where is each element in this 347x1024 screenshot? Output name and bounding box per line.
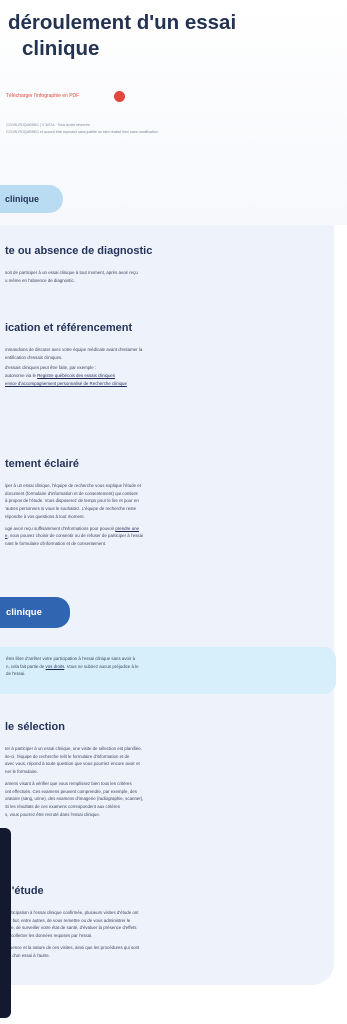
text-line: équence et la nature de ces visites, ain…: [5, 944, 140, 950]
text-line: ervice d'accompagnement personnalisé de …: [5, 380, 323, 388]
download-pdf-link[interactable]: Télécharger l'infographie en PDF: [6, 93, 79, 99]
step-text-visites: participation à l'essai clinique confirm…: [5, 909, 323, 959]
text-fragment: , vous pouvez choisir de consentir ou de…: [7, 533, 144, 539]
timeline-edge-bar: [0, 828, 11, 1018]
text-line: ner le formulaire.: [5, 769, 38, 775]
text-line: de l'essai.: [6, 671, 26, 677]
text-line: mmandions de discuter avec votre équipe …: [5, 347, 143, 352]
step-heading-consentement: tement éclairé: [5, 458, 79, 470]
text-line: ter à participer à un essai clinique, un…: [5, 746, 142, 751]
step-text-referencement: mmandions de discuter avec votre équipe …: [5, 346, 323, 388]
meta-line: CCDIS-ROQUEBEC | V 3/07A · Tous droits r…: [6, 123, 90, 127]
text-line: iper à un essai clinique, l'équipe de re…: [5, 483, 141, 488]
text-line: ent d'un essai à l'autre.: [5, 952, 50, 958]
text-fragment: ugé avoir reçu suffisamment d'informatio…: [5, 525, 116, 531]
step-heading-diagnostic: te ou absence de diagnostic: [5, 245, 153, 257]
text-line: ugé avoir reçu suffisamment d'informatio…: [5, 525, 323, 533]
page-title-line2: clinique: [22, 37, 100, 60]
step-text-selection: ter à participer à un essai clinique, un…: [5, 745, 323, 818]
step-heading-selection: le sélection: [5, 721, 65, 733]
text-line: oratoire (sang, urine), des examens d'im…: [5, 796, 144, 802]
decision-link[interactable]: prendre une: [115, 526, 139, 531]
download-icon[interactable]: [114, 91, 125, 102]
meta-line: CCDIS-ROQUEBEC et accord être reproduit …: [6, 130, 158, 134]
page-title-line1: déroulement d'un essai: [8, 11, 237, 34]
text-line: e, vous pouvez choisir de consentir ou d…: [5, 532, 323, 540]
rights-notice-text: êtes libre d'arrêter votre participation…: [6, 655, 326, 678]
rights-notice: êtes libre d'arrêter votre participation…: [0, 647, 336, 694]
text-line: à propos de l'étude. Vous disposerez de …: [5, 498, 139, 504]
phase-pill-clinique-active: clinique: [0, 597, 70, 628]
text-line: entification d'essais cliniques.: [5, 354, 63, 360]
text-line: u même en l'absence de diagnostic.: [5, 277, 75, 283]
registre-link[interactable]: Registre québécois des essais cliniques: [37, 373, 115, 378]
text-fragment: . Vous ne subirez aucun préjudice à le: [64, 663, 139, 669]
text-fragment: n, cela fait partie de: [6, 663, 46, 669]
text-line: 'autres personnes si vous le souhaitez. …: [5, 506, 137, 512]
text-line: autonome via le Registre québécois des e…: [5, 372, 323, 380]
text-line: n, cela fait partie de vos droits. Vous …: [6, 663, 326, 671]
step-text-consentement: iper à un essai clinique, l'équipe de re…: [5, 482, 323, 548]
vos-droits-link[interactable]: vos droits: [46, 664, 65, 669]
text-line: tude, de surveiller votre état de santé,…: [5, 925, 137, 931]
text-line: nant le formulaire d'information et de c…: [5, 540, 107, 546]
text-line: répondre à vos questions à tout moment.: [5, 513, 85, 519]
text-line: êtes libre d'arrêter votre participation…: [6, 656, 136, 661]
phase-pill-clinique: clinique: [0, 185, 63, 213]
text-line: ite-ci, l'équipe de recherche relit le f…: [5, 753, 130, 759]
text-line: de collecter les données requises par l'…: [5, 933, 93, 939]
text-line: ont effectués. Ces examens peuvent compr…: [5, 788, 137, 794]
page-title: déroulement d'un essai clinique: [8, 10, 343, 62]
text-fragment: autonome via le: [5, 373, 38, 379]
text-line: Si les résultats de ces examens correspo…: [5, 803, 120, 809]
text-line: amens visant à vérifier que vous remplis…: [5, 780, 132, 786]
text-line: participation à l'essai clinique confirm…: [5, 910, 139, 915]
step-heading-referencement: ication et référencement: [5, 322, 133, 334]
step-text-diagnostic: soit de participer à un essai clinique à…: [5, 269, 323, 284]
text-line: document (formulaire d'information et de…: [5, 490, 138, 496]
text-line: d'essais cliniques peut être faite, par …: [5, 365, 97, 371]
text-line: avec vous, répond à toute question que v…: [5, 761, 140, 767]
text-line: our but, entre autres, de vous remettre …: [5, 917, 131, 923]
text-line: soit de participer à un essai clinique à…: [5, 270, 138, 275]
text-line: s, vous pourrez être recruté dans l'essa…: [5, 811, 101, 817]
accompagnement-link[interactable]: ervice d'accompagnement personnalisé de …: [5, 381, 127, 386]
